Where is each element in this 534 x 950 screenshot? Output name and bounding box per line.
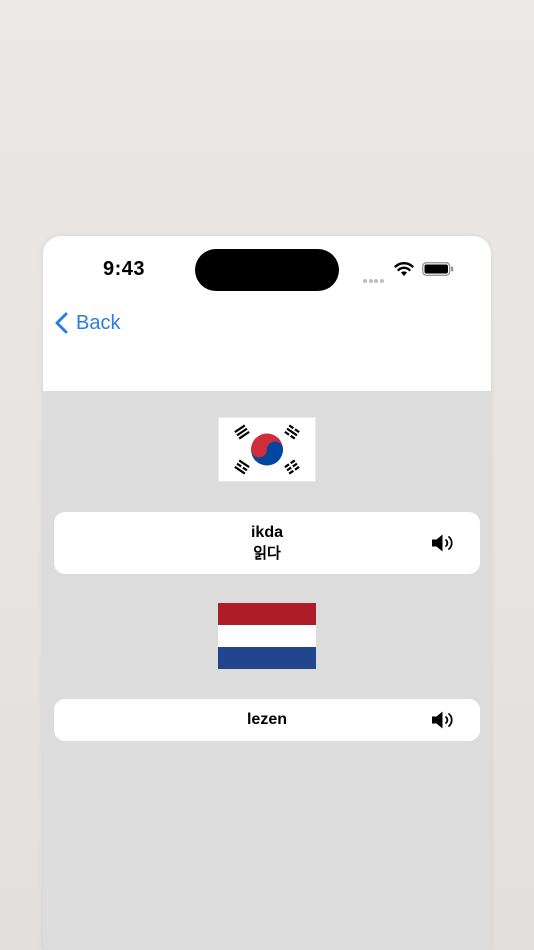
south-korea-flag [218,417,316,482]
dutch-word-card[interactable]: lezen [54,699,480,741]
korean-word-card[interactable]: ikda 읽다 [54,512,480,574]
cellular-signal-icon [363,270,385,288]
back-button[interactable]: Back [53,308,120,338]
navigation-header: 9:43 Back [43,236,491,391]
status-icons [363,260,463,283]
status-time: 9:43 [103,258,146,280]
korean-romanization: ikda [250,524,283,541]
phone-screen: 9:43 Back ikda 읽다 lezen [43,236,491,950]
back-button-label: Back [76,311,121,334]
wifi-icon [394,262,414,276]
chevron-left-icon [55,312,68,334]
netherlands-flag [218,603,316,669]
korean-hangul: 읽다 [253,544,281,562]
dutch-word: lezen [246,711,287,728]
speaker-icon[interactable] [430,532,456,554]
battery-icon [422,262,454,276]
dynamic-island [195,249,339,291]
speaker-icon[interactable] [430,709,456,731]
